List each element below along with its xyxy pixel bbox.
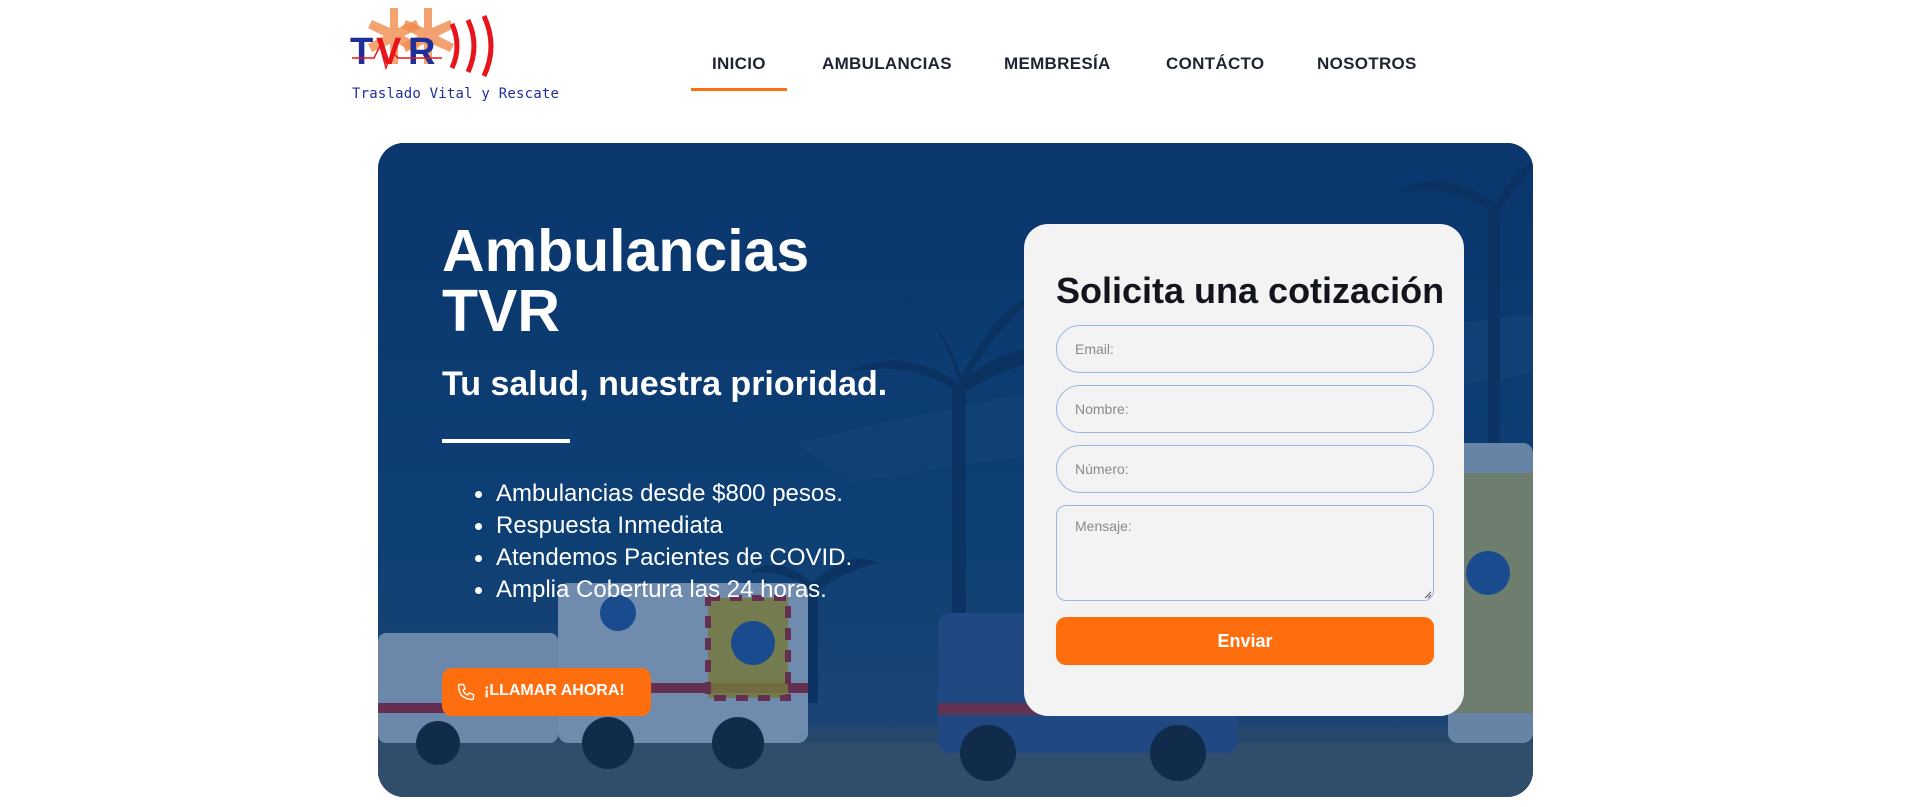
feature-item: Amplia Cobertura las 24 horas. xyxy=(474,574,852,606)
hero-divider xyxy=(442,439,570,443)
nav-item-nosotros[interactable]: NOSOTROS xyxy=(1317,54,1417,74)
feature-item: Ambulancias desde $800 pesos. xyxy=(474,478,852,510)
email-field[interactable] xyxy=(1056,325,1434,373)
resize-grip-icon[interactable] xyxy=(1424,591,1432,599)
hero-title: Ambulancias TVR xyxy=(442,218,810,344)
main-nav: INICIO AMBULANCIAS MEMBRESÍA CONTÁCTO NO… xyxy=(0,54,1906,94)
nav-item-ambulancias[interactable]: AMBULANCIAS xyxy=(822,54,952,74)
feature-item: Respuesta Inmediata xyxy=(474,510,852,542)
quote-form: Solicita una cotización Enviar xyxy=(1024,224,1464,716)
nav-item-membresia[interactable]: MEMBRESÍA xyxy=(1004,54,1111,74)
hero-section: Ambulancias TVR Tu salud, nuestra priori… xyxy=(378,143,1533,797)
submit-button[interactable]: Enviar xyxy=(1056,617,1434,665)
phone-icon xyxy=(456,682,476,702)
phone-number-field[interactable] xyxy=(1056,445,1434,493)
site-header: T V R Traslado Vital y Rescate INICIO AM… xyxy=(0,0,1906,120)
call-now-button[interactable]: ¡LLAMAR AHORA! xyxy=(442,668,651,716)
nav-item-contacto[interactable]: CONTÁCTO xyxy=(1166,54,1264,74)
name-field[interactable] xyxy=(1056,385,1434,433)
message-field[interactable] xyxy=(1056,505,1434,601)
nav-item-inicio[interactable]: INICIO xyxy=(691,54,787,91)
feature-item: Atendemos Pacientes de COVID. xyxy=(474,542,852,574)
features-list: Ambulancias desde $800 pesos. Respuesta … xyxy=(474,478,852,606)
call-now-label: ¡LLAMAR AHORA! xyxy=(484,682,625,699)
hero-subtitle: Tu salud, nuestra prioridad. xyxy=(442,365,888,403)
form-title: Solicita una cotización xyxy=(1056,270,1445,311)
